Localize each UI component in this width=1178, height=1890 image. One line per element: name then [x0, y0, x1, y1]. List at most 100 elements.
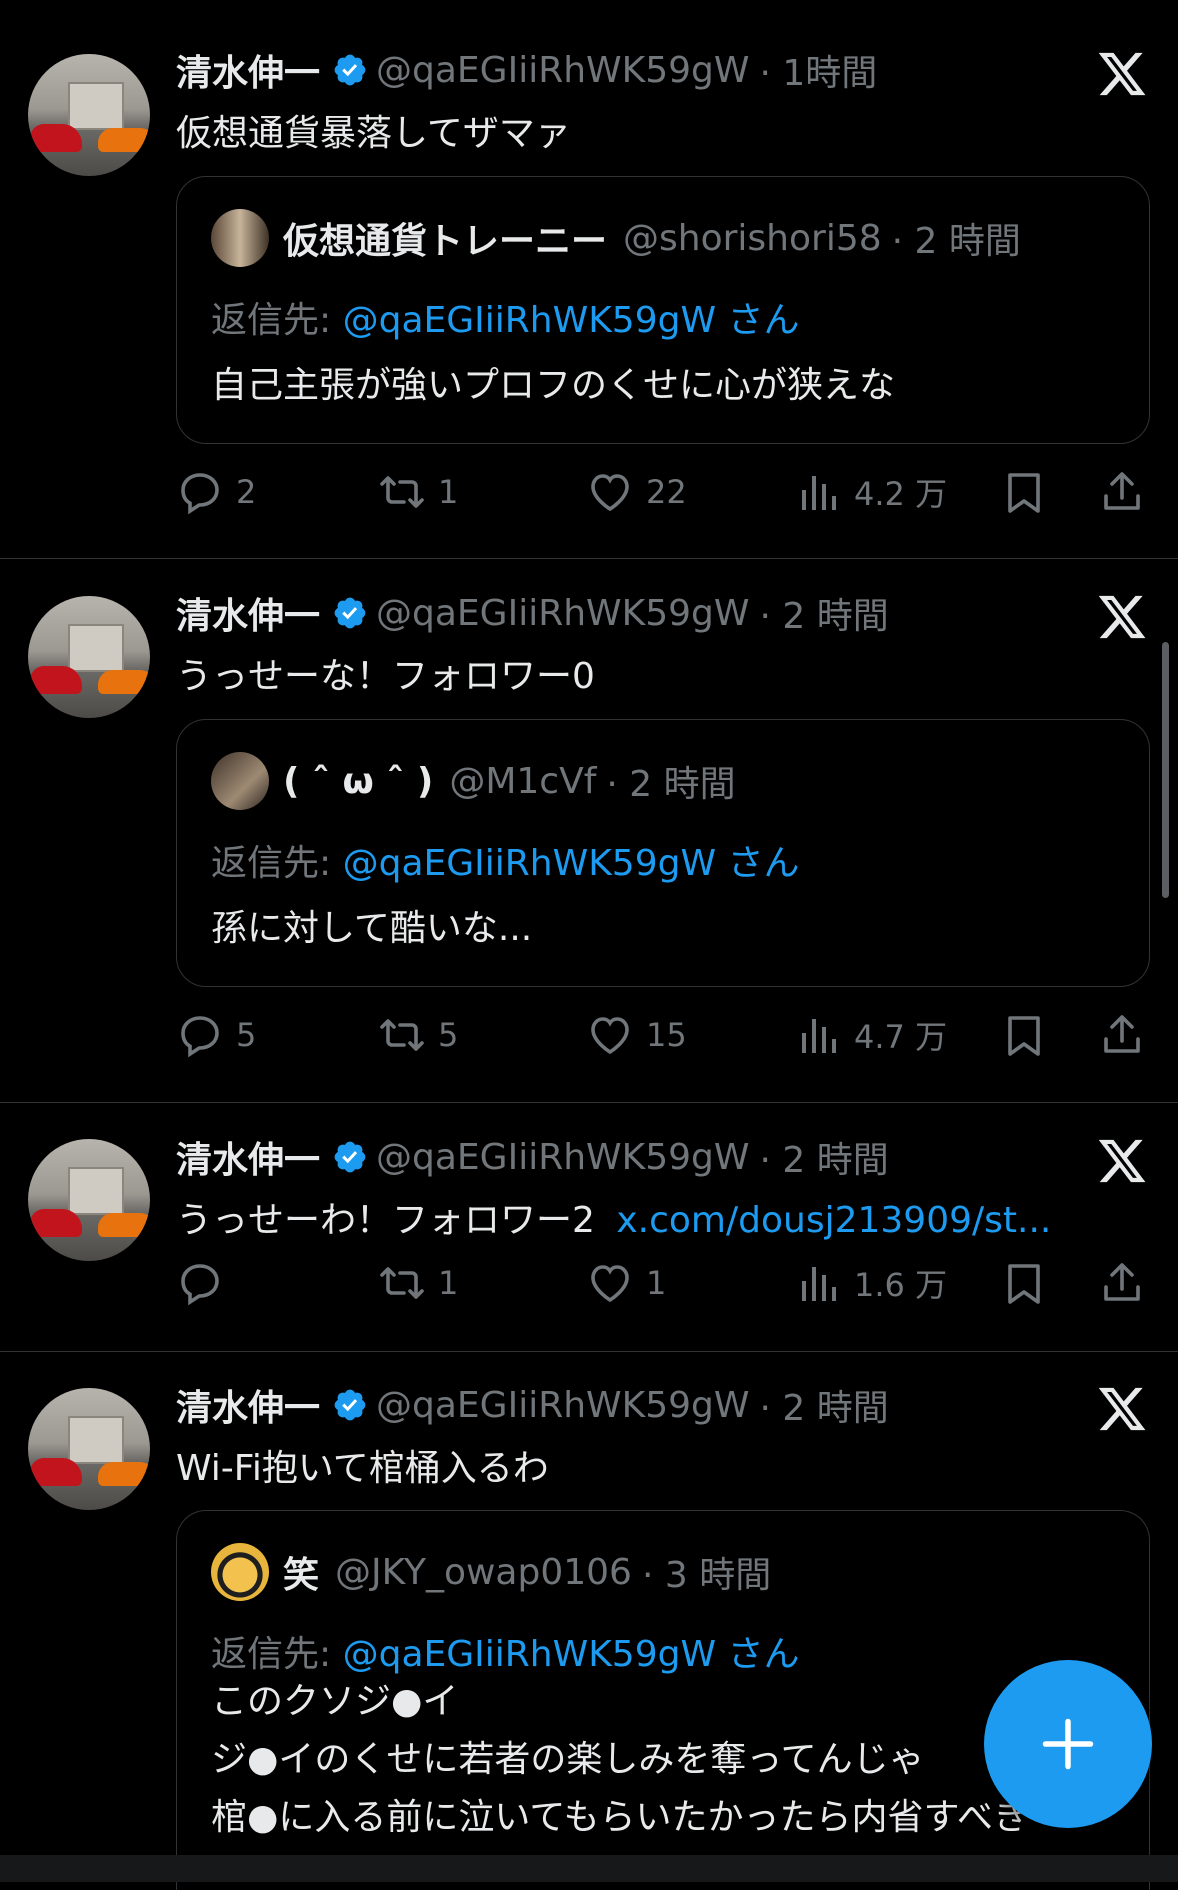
- avatar[interactable]: [28, 1139, 150, 1261]
- bookmark-icon: [1000, 1011, 1048, 1059]
- like-count: 22: [646, 473, 687, 511]
- user-handle[interactable]: @qaEGIiiRhWK59gW: [376, 50, 749, 91]
- display-name[interactable]: 清水伸一: [176, 44, 320, 96]
- tweet-text: Wi-Fi抱いて棺桶入るわ: [176, 1448, 549, 1489]
- user-handle[interactable]: @qaEGIiiRhWK59gW: [376, 1385, 749, 1426]
- share-icon: [1098, 1011, 1146, 1059]
- views-button[interactable]: 4.7 万: [794, 1005, 947, 1065]
- quote-text: このクソジ●イ ジ●イのくせに若者の楽しみを奪ってんじゃ 棺●に入る前に泣いても…: [211, 1673, 1029, 1847]
- quote-header: ( ˆ ω ˆ ) @M1cVf · 2 時間: [211, 752, 736, 810]
- reply-button[interactable]: [176, 1253, 236, 1313]
- quote-line: 孫に対して酷いな...: [211, 908, 533, 949]
- bottom-nav-edge: [0, 1855, 1178, 1882]
- tweet-2[interactable]: 清水伸一 @qaEGIiiRhWK59gW · 2 時間 うっせーな！フォロワー…: [0, 559, 1178, 1102]
- avatar[interactable]: [28, 54, 150, 176]
- views-button[interactable]: 4.2 万: [794, 462, 947, 522]
- like-icon: [586, 1011, 634, 1059]
- tweet-time[interactable]: · 2 時間: [759, 1131, 888, 1183]
- bookmark-button[interactable]: [1000, 1005, 1060, 1065]
- display-name[interactable]: 清水伸一: [176, 587, 320, 639]
- views-count: 1.6 万: [854, 1266, 948, 1304]
- bookmark-button[interactable]: [1000, 1253, 1060, 1313]
- share-button[interactable]: [1098, 1253, 1158, 1313]
- views-icon: [794, 1259, 842, 1307]
- verified-badge-icon: [332, 595, 368, 631]
- quote-handle: @M1cVf: [449, 760, 597, 802]
- like-icon: [586, 1259, 634, 1307]
- reply-count: 2: [236, 473, 257, 511]
- reply-to-mention[interactable]: @qaEGIiiRhWK59gW さん: [343, 843, 800, 884]
- tweet-time[interactable]: · 2 時間: [759, 1379, 888, 1431]
- scrollbar[interactable]: [1162, 642, 1169, 898]
- display-name[interactable]: 清水伸一: [176, 1379, 320, 1431]
- tweet-time[interactable]: · 1時間: [759, 44, 877, 96]
- user-handle[interactable]: @qaEGIiiRhWK59gW: [376, 593, 749, 634]
- reply-prefix: 返信先:: [211, 1634, 332, 1675]
- share-button[interactable]: [1098, 462, 1158, 522]
- like-button[interactable]: 22: [586, 462, 687, 522]
- quote-time: · 2 時間: [606, 764, 736, 805]
- avatar[interactable]: [28, 596, 150, 718]
- quote-line: 棺●に入る前に泣いてもらいたかったら内省すべき: [211, 1797, 1030, 1838]
- like-button[interactable]: 1: [586, 1253, 666, 1313]
- x-logo-icon[interactable]: [1096, 591, 1148, 643]
- retweet-icon: [378, 468, 426, 516]
- views-count: 4.7 万: [854, 1018, 948, 1056]
- quoted-tweet[interactable]: ( ˆ ω ˆ ) @M1cVf · 2 時間 返信先: @qaEGIiiRhW…: [176, 719, 1150, 987]
- tweet-text: 仮想通貨暴落してザマァ: [176, 113, 571, 154]
- x-logo-icon[interactable]: [1096, 1383, 1148, 1435]
- tweet-3[interactable]: 清水伸一 @qaEGIiiRhWK59gW · 2 時間 うっせーわ！フォロワー…: [0, 1103, 1178, 1351]
- reply-count: 5: [236, 1016, 257, 1054]
- tweet-text: うっせーな！フォロワー0: [176, 656, 595, 697]
- user-handle[interactable]: @qaEGIiiRhWK59gW: [376, 1137, 749, 1178]
- reply-to-line: 返信先: @qaEGIiiRhWK59gW さん: [211, 1625, 800, 1677]
- quote-avatar: [211, 1543, 269, 1601]
- reply-prefix: 返信先:: [211, 843, 332, 884]
- compose-plus-icon: [1042, 1718, 1094, 1770]
- views-button[interactable]: 1.6 万: [794, 1253, 947, 1313]
- quoted-tweet[interactable]: 仮想通貨トレーニー @shorishori58 · 2 時間 返信先: @qaE…: [176, 176, 1150, 444]
- like-icon: [586, 468, 634, 516]
- quote-line: このクソジ●イ: [211, 1681, 459, 1722]
- reply-icon: [176, 1011, 224, 1059]
- views-icon: [794, 1011, 842, 1059]
- tweet-1[interactable]: 清水伸一 @qaEGIiiRhWK59gW · 1時間 仮想通貨暴落してザマァ …: [0, 0, 1178, 558]
- x-logo-icon[interactable]: [1096, 1135, 1148, 1187]
- like-button[interactable]: 15: [586, 1005, 687, 1065]
- like-count: 1: [646, 1264, 667, 1302]
- reply-button[interactable]: 2: [176, 462, 256, 522]
- quote-time: · 2 時間: [891, 221, 1021, 262]
- share-button[interactable]: [1098, 1005, 1158, 1065]
- retweet-button[interactable]: 1: [378, 462, 458, 522]
- action-bar: 5 5 15 4.7 万: [176, 1005, 1156, 1065]
- like-count: 15: [646, 1016, 687, 1054]
- bookmark-button[interactable]: [1000, 462, 1060, 522]
- quote-avatar: [211, 752, 269, 810]
- x-logo-icon[interactable]: [1096, 48, 1148, 100]
- action-bar: 1 1 1.6 万: [176, 1253, 1156, 1313]
- action-bar: 2 1 22 4.2 万: [176, 462, 1156, 522]
- reply-to-line: 返信先: @qaEGIiiRhWK59gW さん: [211, 834, 800, 886]
- tweet-header: 清水伸一 @qaEGIiiRhWK59gW · 2 時間: [176, 1135, 889, 1182]
- reply-to-mention[interactable]: @qaEGIiiRhWK59gW さん: [343, 300, 800, 341]
- quote-header: 仮想通貨トレーニー @shorishori58 · 2 時間: [211, 209, 1021, 267]
- tweet-header: 清水伸一 @qaEGIiiRhWK59gW · 2 時間: [176, 591, 889, 638]
- bookmark-icon: [1000, 1259, 1048, 1307]
- quote-text: 孫に対して酷いな...: [211, 900, 532, 958]
- retweet-button[interactable]: 5: [378, 1005, 458, 1065]
- share-icon: [1098, 1259, 1146, 1307]
- tweet-link[interactable]: x.com/dousj213909/st...: [616, 1200, 1051, 1241]
- display-name[interactable]: 清水伸一: [176, 1131, 320, 1183]
- compose-button[interactable]: [984, 1660, 1152, 1828]
- quote-header: 笑 @JKY_owap0106 · 3 時間: [211, 1543, 771, 1601]
- avatar[interactable]: [28, 1388, 150, 1510]
- tweet-text: うっせーわ！フォロワー2 x.com/dousj213909/st...: [176, 1191, 1051, 1243]
- share-icon: [1098, 468, 1146, 516]
- reply-button[interactable]: 5: [176, 1005, 256, 1065]
- tweet-time[interactable]: · 2 時間: [759, 587, 888, 639]
- retweet-button[interactable]: 1: [378, 1253, 458, 1313]
- reply-to-mention[interactable]: @qaEGIiiRhWK59gW さん: [343, 1634, 800, 1675]
- quote-text: 自己主張が強いプロフのくせに心が狭えな: [211, 357, 895, 415]
- quote-line: ジ●イのくせに若者の楽しみを奪ってんじゃ: [211, 1739, 925, 1780]
- retweet-icon: [378, 1259, 426, 1307]
